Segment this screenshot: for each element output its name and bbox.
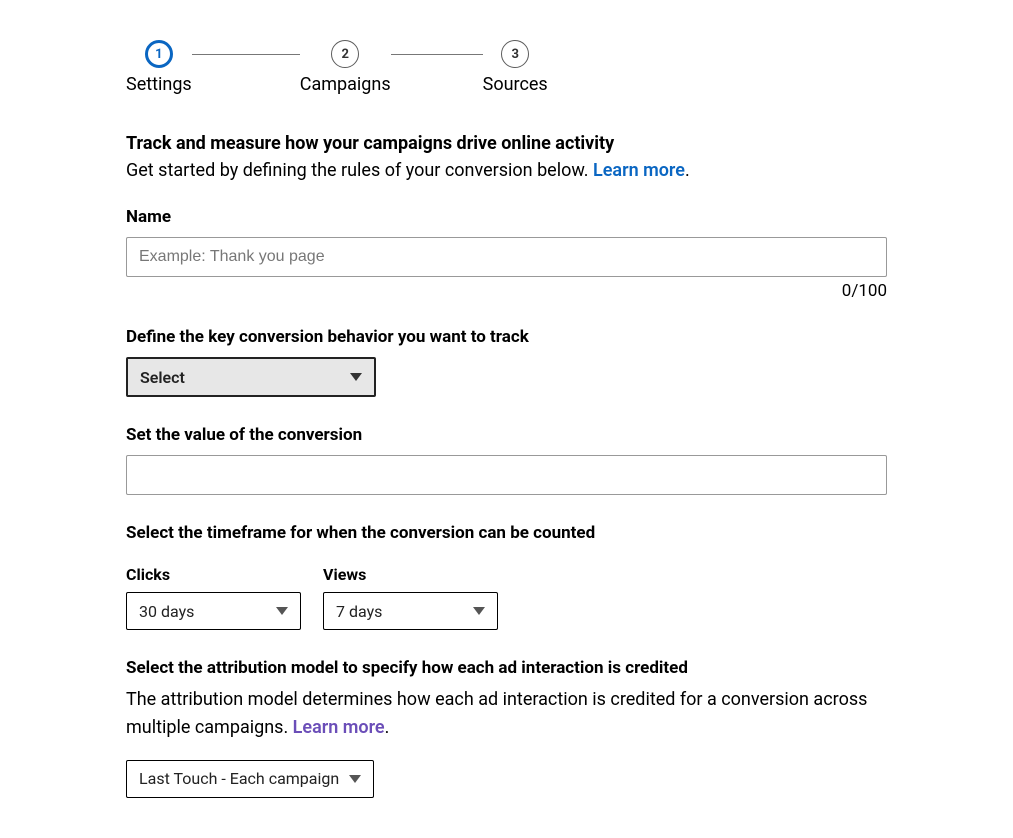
caret-down-icon [276, 607, 288, 615]
behavior-select[interactable]: Select [126, 357, 376, 397]
step-connector [192, 54, 300, 55]
attribution-body: The attribution model determines how eac… [126, 686, 887, 742]
attribution-body-text: The attribution model determines how eac… [126, 689, 867, 738]
attribution-label: Select the attribution model to specify … [126, 658, 887, 678]
intro-title: Track and measure how your campaigns dri… [126, 133, 887, 154]
step-settings[interactable]: 1 Settings [126, 40, 192, 95]
step-settings-circle: 1 [145, 40, 173, 68]
step-campaigns[interactable]: 2 Campaigns [300, 40, 391, 95]
name-label: Name [126, 207, 887, 227]
attribution-body-suffix: . [385, 717, 390, 738]
step-sources-circle: 3 [501, 40, 529, 68]
caret-down-icon [349, 775, 361, 783]
name-input[interactable] [126, 237, 887, 277]
clicks-select[interactable]: 30 days [126, 592, 301, 630]
caret-down-icon [350, 373, 362, 381]
step-campaigns-circle: 2 [331, 40, 359, 68]
conversion-settings-page: 1 Settings 2 Campaigns 3 Sources Track a… [0, 0, 1013, 838]
step-settings-label: Settings [126, 74, 192, 95]
intro-learn-more-link[interactable]: Learn more [593, 160, 685, 181]
step-campaigns-label: Campaigns [300, 74, 391, 95]
behavior-select-value: Select [140, 368, 185, 387]
step-sources-label: Sources [483, 74, 548, 95]
step-sources[interactable]: 3 Sources [483, 40, 548, 95]
value-input[interactable] [126, 455, 887, 495]
clicks-label: Clicks [126, 565, 301, 584]
behavior-label: Define the key conversion behavior you w… [126, 327, 887, 347]
wizard-stepper: 1 Settings 2 Campaigns 3 Sources [126, 40, 887, 95]
name-char-counter: 0/100 [126, 281, 887, 301]
views-select[interactable]: 7 days [323, 592, 498, 630]
views-label: Views [323, 565, 498, 584]
value-label: Set the value of the conversion [126, 425, 887, 445]
attribution-select-value: Last Touch - Each campaign [139, 769, 339, 788]
intro-subtitle-text: Get started by defining the rules of you… [126, 160, 593, 181]
attribution-select[interactable]: Last Touch - Each campaign [126, 760, 374, 798]
intro-subtitle-suffix: . [685, 160, 690, 181]
step-connector [391, 54, 483, 55]
caret-down-icon [473, 607, 485, 615]
attribution-learn-more-link[interactable]: Learn more [293, 717, 385, 738]
clicks-select-value: 30 days [139, 602, 194, 621]
timeframe-label: Select the timeframe for when the conver… [126, 523, 887, 543]
intro-subtitle: Get started by defining the rules of you… [126, 160, 887, 181]
views-select-value: 7 days [336, 602, 382, 621]
